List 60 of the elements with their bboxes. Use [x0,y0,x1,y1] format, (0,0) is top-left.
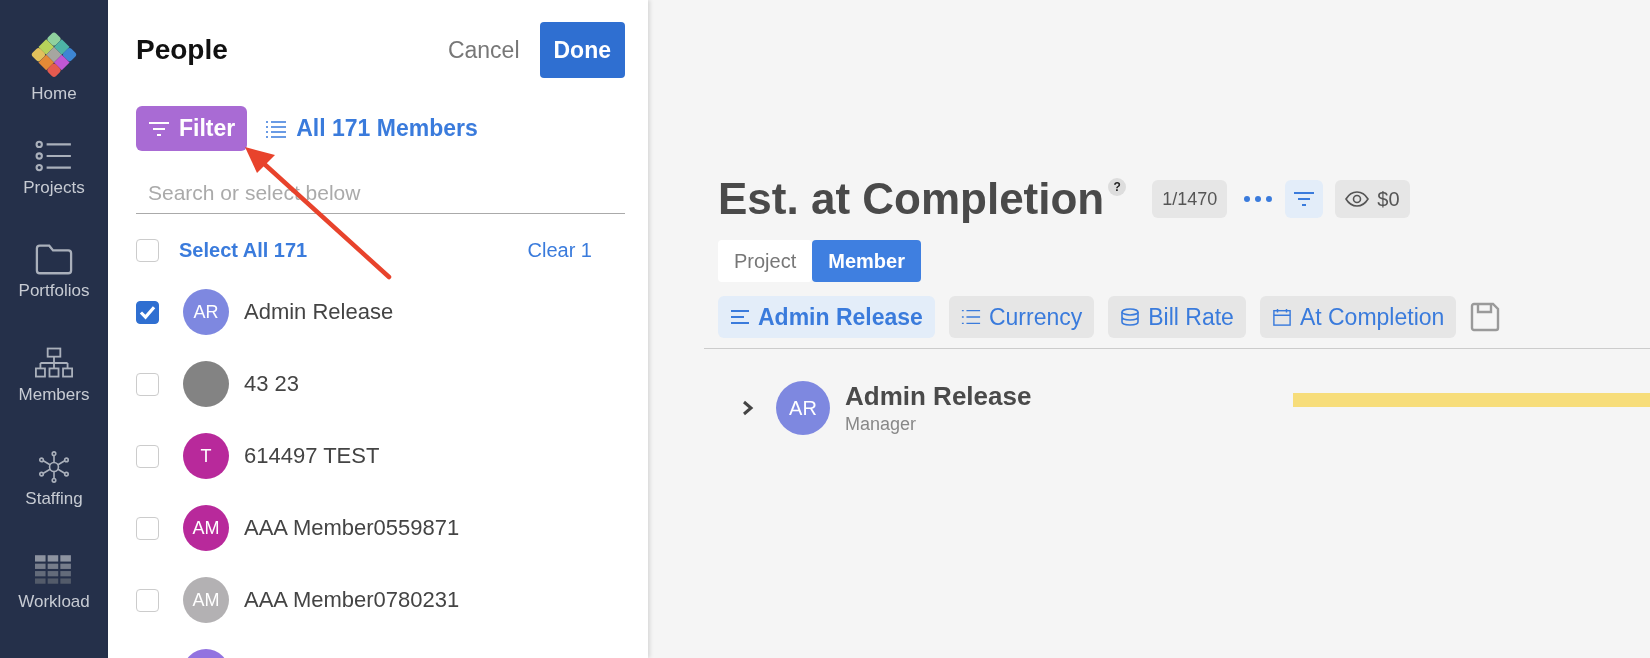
cancel-button[interactable]: Cancel [447,36,520,64]
member-name[interactable]: 43 23 [244,371,300,397]
page-title: Est. at Completion [718,174,1105,224]
member-name[interactable]: AAA Member0780231 [244,587,460,613]
all-members-link[interactable]: All 171 Members [265,115,478,142]
nav-label: Projects [23,177,85,198]
done-button[interactable]: Done [539,22,625,78]
member-name[interactable]: Admin Release [244,299,394,325]
org-chart-icon [35,347,73,379]
nav-item[interactable]: Projects [0,139,108,244]
avatar: AM [183,577,229,623]
more-icon[interactable] [1243,195,1274,203]
nav-item[interactable]: Staffing [0,450,108,555]
nav-label: Members [18,385,90,405]
view-tab[interactable]: Member [812,240,921,282]
database-icon [1120,308,1141,326]
filter-icon [1293,191,1316,207]
nav-label: Portfolios [18,281,90,302]
avatar: AR [183,289,229,335]
nav-label: Staffing [25,488,83,509]
counter-badge: 1/1470 [1152,180,1228,218]
clear-link[interactable]: Clear 1 [527,239,592,262]
nav-item[interactable]: Members [0,347,108,451]
list-icon [265,119,288,138]
logo-icon [30,30,78,78]
nav-label: Workload [18,592,90,613]
folder-icon [35,243,73,276]
panel-title: People [136,34,229,66]
nav-item[interactable]: Workload [0,554,108,658]
view-tab[interactable]: Project [718,240,813,282]
calendar-icon [1271,308,1292,326]
select-all-link[interactable]: Select All 171 [179,239,528,262]
budget-amount: $0 [1377,187,1400,211]
member-name: Admin Release [845,381,1032,412]
group-by-chip[interactable]: Admin Release [718,296,935,338]
avatar: AM [183,505,229,551]
save-icon[interactable] [1470,302,1501,332]
member-name[interactable]: AAA Member0559871 [244,515,460,541]
member-role: Manager [845,414,918,435]
nav-item[interactable]: Portfolios [0,243,108,347]
lines-icon [730,308,750,326]
nav-item[interactable]: Home [0,36,108,140]
grid-icon [35,554,73,587]
eye-icon [1345,191,1370,207]
list-icon [35,139,73,172]
list-icon [960,308,981,326]
avatar: T [183,433,229,479]
group-by-chip[interactable]: Bill Rate [1108,296,1246,338]
nav-label: Home [31,84,77,104]
help-badge[interactable]: ? [1108,178,1127,196]
member-name[interactable]: 614497 TEST [244,443,380,469]
filter-icon [148,120,170,137]
group-by-chip[interactable]: Currency [948,296,1095,338]
filter-button[interactable]: Filter [136,106,248,151]
checkbox[interactable] [136,300,159,324]
visibility-badge[interactable]: $0 [1335,180,1410,218]
group-by-chip[interactable]: At Completion [1259,296,1457,338]
chevron-icon[interactable] [742,400,754,416]
filter-button[interactable] [1285,180,1324,218]
avatar: AR [776,381,830,435]
